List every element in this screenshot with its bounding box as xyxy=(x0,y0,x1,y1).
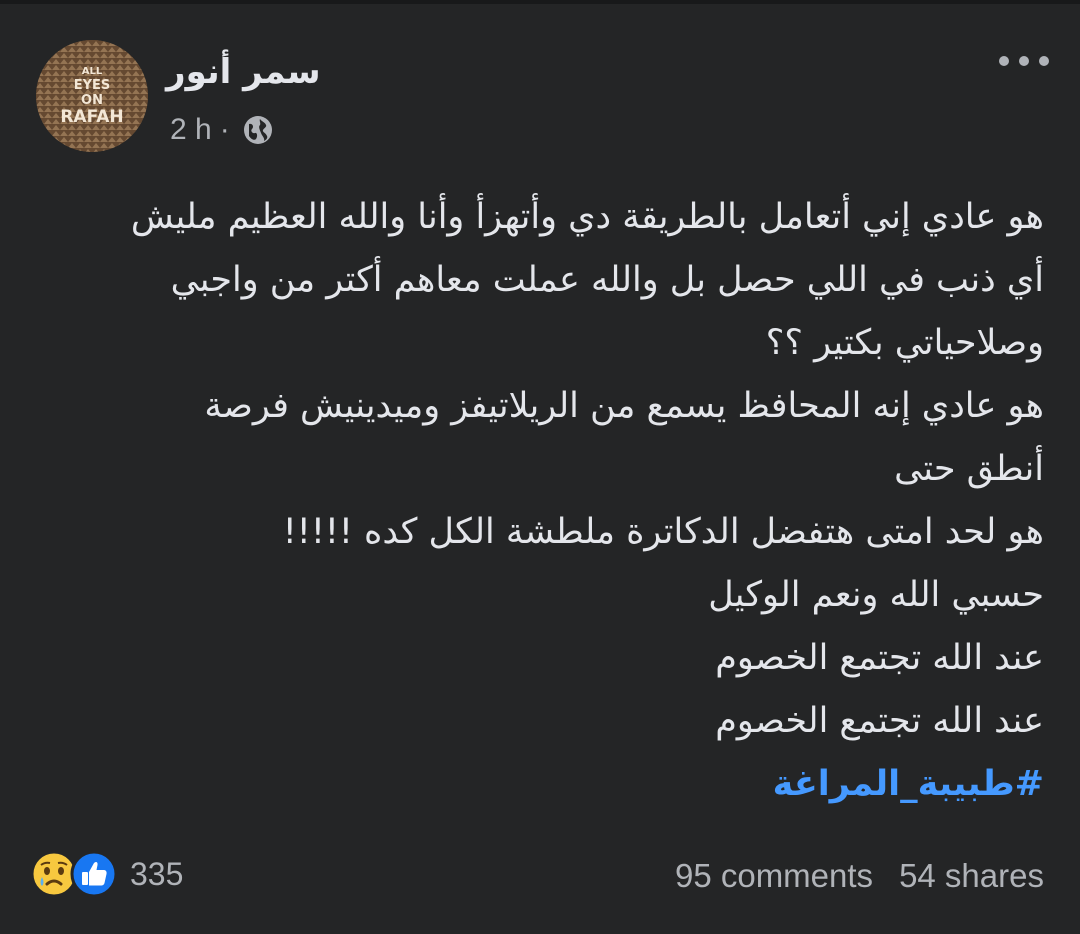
top-divider xyxy=(0,0,1080,4)
post-line: وصلاحياتي بكتير ؟؟ xyxy=(765,323,1044,363)
reactions-summary[interactable]: 335 xyxy=(30,850,183,898)
post-card: ALL EYES ON RAFAH سمر أنور 2 h · هو عادي… xyxy=(0,0,1080,934)
post-footer: 335 95 comments 54 shares xyxy=(0,846,1080,910)
avatar-text-3: ON xyxy=(81,93,103,108)
meta-separator: · xyxy=(219,113,230,146)
comments-count[interactable]: 95 comments xyxy=(675,854,873,898)
post-line: أنطق حتى xyxy=(894,449,1044,489)
post-line: عند الله تجتمع الخصوم xyxy=(715,638,1044,678)
more-options-icon[interactable] xyxy=(994,46,1054,76)
shares-count[interactable]: 54 shares xyxy=(899,854,1044,898)
avatar-text-2: EYES xyxy=(74,78,111,93)
post-line: هو عادي إني أتعامل بالطريقة دي وأتهزأ وأ… xyxy=(130,197,1044,237)
post-line: عند الله تجتمع الخصوم xyxy=(715,701,1044,741)
like-reaction-icon xyxy=(70,850,118,898)
hashtag-link[interactable]: #طبيبة_المراغة xyxy=(34,753,1044,816)
post-time[interactable]: 2 h xyxy=(170,110,212,150)
avatar-text-4: RAFAH xyxy=(60,107,123,127)
post-body: هو عادي إني أتعامل بالطريقة دي وأتهزأ وأ… xyxy=(34,186,1044,816)
avatar[interactable]: ALL EYES ON RAFAH xyxy=(36,40,148,152)
author-name[interactable]: سمر أنور xyxy=(166,50,321,94)
post-meta: 2 h · xyxy=(170,110,274,150)
post-line: أي ذنب في اللي حصل بل والله عملت معاهم أ… xyxy=(170,260,1044,300)
post-stats: 95 comments 54 shares xyxy=(675,854,1044,898)
avatar-text-1: ALL xyxy=(82,66,103,77)
post-line: هو لحد امتى هتفضل الدكاترة ملطشة الكل كد… xyxy=(282,512,1044,552)
reaction-count: 335 xyxy=(130,856,184,892)
post-line: هو عادي إنه المحافظ يسمع من الريلاتيفز و… xyxy=(204,386,1044,426)
post-line: حسبي الله ونعم الوكيل xyxy=(708,575,1044,615)
globe-icon[interactable] xyxy=(242,114,274,146)
